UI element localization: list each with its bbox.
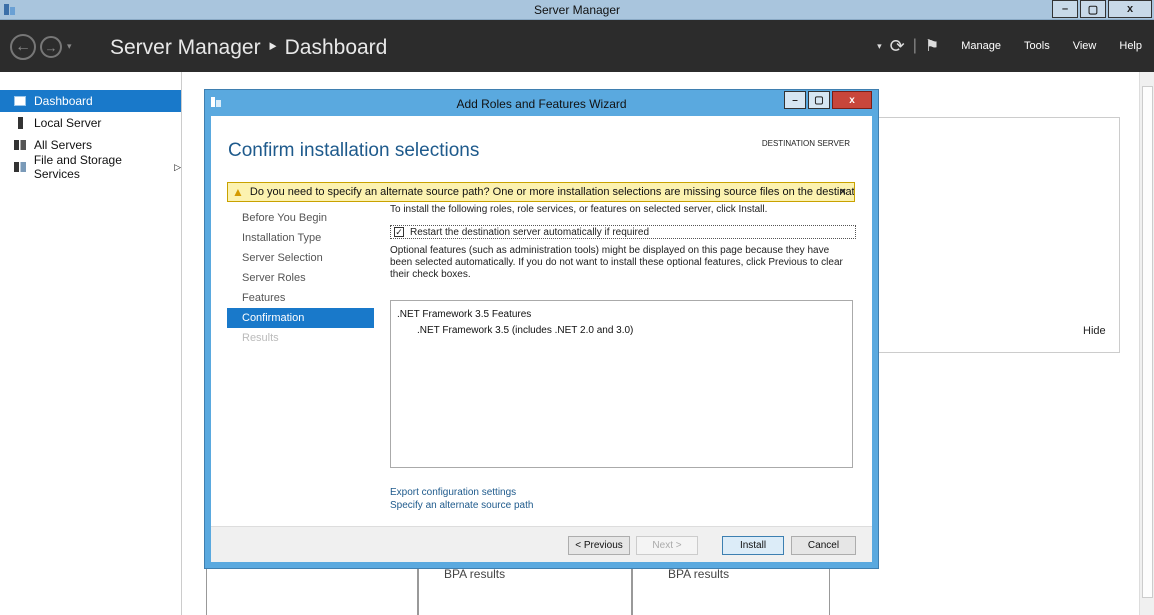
breadcrumb: Server Manager ‣ Dashboard [110,36,388,59]
refresh-icon[interactable]: ⟳ [890,36,905,57]
restart-checkbox[interactable]: ✓ [394,227,404,237]
menu-view[interactable]: View [1073,40,1097,52]
step-features[interactable]: Features [227,288,374,308]
menu-tools[interactable]: Tools [1024,40,1050,52]
warning-bar: ▲ Do you need to specify an alternate so… [227,182,855,202]
servers-icon [14,140,26,150]
wizard-title-bar: Add Roles and Features Wizard – ▢ x [205,90,878,116]
sidebar-item-label: All Servers [34,138,93,152]
warning-text[interactable]: Do you need to specify an alternate sour… [250,186,854,198]
dashboard-icon [14,96,26,106]
add-roles-wizard-dialog: Add Roles and Features Wizard – ▢ x Conf… [204,89,879,569]
warning-icon: ▲ [232,185,244,199]
step-server-roles[interactable]: Server Roles [227,268,374,288]
wizard-close-button[interactable]: x [832,91,872,109]
wizard-minimize-button[interactable]: – [784,91,806,109]
wizard-links: Export configuration settings Specify an… [390,486,533,512]
next-button: Next > [636,536,698,555]
expand-arrow-icon[interactable]: ▷ [174,162,181,173]
alternate-source-link[interactable]: Specify an alternate source path [390,499,533,512]
sidebar-item-file-storage[interactable]: File and Storage Services ▷ [0,153,181,181]
sidebar-item-local-server[interactable]: Local Server [0,112,181,134]
sidebar: Dashboard Local Server All Servers File … [0,72,182,615]
menu-manage[interactable]: Manage [961,40,1001,52]
server-icon [18,117,23,129]
step-installation-type[interactable]: Installation Type [227,228,374,248]
scrollbar-thumb[interactable] [1142,86,1153,598]
menu-help[interactable]: Help [1119,40,1142,52]
wizard-title: Add Roles and Features Wizard [456,97,627,111]
list-item: .NET Framework 3.5 Features [397,309,532,320]
wizard-steps: Before You Begin Installation Type Serve… [227,208,374,348]
step-results: Results [242,332,279,344]
step-before-you-begin[interactable]: Before You Begin [227,208,374,228]
app-header: ← → ▾ Server Manager ‣ Dashboard ▾ ⟳ | ⚑… [0,20,1154,72]
step-confirmation[interactable]: Confirmation [227,308,374,328]
window-title: Server Manager [533,3,621,17]
list-item: .NET Framework 3.5 (includes .NET 2.0 an… [417,325,634,336]
forward-arrow-icon[interactable]: → [40,36,62,58]
wizard-body: Confirm installation selections DESTINAT… [211,116,872,562]
wizard-footer: < Previous Next > Install Cancel [211,526,872,562]
refresh-dropdown-icon[interactable]: ▾ [877,41,882,52]
features-list[interactable]: .NET Framework 3.5 Features .NET Framewo… [390,300,853,468]
sidebar-item-dashboard[interactable]: Dashboard [0,90,181,112]
title-bar: Server Manager – ▢ x [0,0,1154,20]
wizard-content: To install the following roles, role ser… [390,204,860,511]
vertical-scrollbar[interactable] [1139,72,1154,615]
restart-checkbox-label[interactable]: Restart the destination server automatic… [410,227,649,238]
sidebar-item-label: Dashboard [34,94,93,108]
notifications-flag-icon[interactable]: ⚑ [925,36,939,56]
storage-icon [14,162,26,172]
sidebar-item-label: File and Storage Services [33,153,122,181]
warning-close-icon[interactable]: × [840,186,846,198]
minimize-button[interactable]: – [1052,0,1078,18]
destination-server-label: DESTINATION SERVER [761,139,850,148]
previous-button[interactable]: < Previous [568,536,630,555]
restore-button[interactable]: ▢ [1080,0,1106,18]
cancel-button[interactable]: Cancel [791,536,856,555]
export-config-link[interactable]: Export configuration settings [390,486,533,499]
bpa-results-label[interactable]: BPA results [668,567,729,581]
page-title: Confirm installation selections [228,140,480,161]
restart-checkbox-row[interactable]: ✓ Restart the destination server automat… [390,225,856,239]
install-button[interactable]: Install [722,536,784,555]
tile-column [632,565,830,615]
tile-column [206,565,418,615]
optional-features-text: Optional features (such as administratio… [390,245,843,280]
history-dropdown-icon[interactable]: ▾ [67,41,72,52]
dashboard-tile [870,117,1120,353]
intro-text: To install the following roles, role ser… [390,204,768,215]
back-arrow-icon[interactable]: ← [10,34,36,60]
header-separator: | [912,37,917,54]
hide-link[interactable]: Hide [1083,325,1106,337]
step-server-selection[interactable]: Server Selection [227,248,374,268]
wizard-maximize-button[interactable]: ▢ [808,91,830,109]
bpa-results-label[interactable]: BPA results [444,567,505,581]
close-button[interactable]: x [1108,0,1152,18]
sidebar-item-label: Local Server [34,116,102,130]
